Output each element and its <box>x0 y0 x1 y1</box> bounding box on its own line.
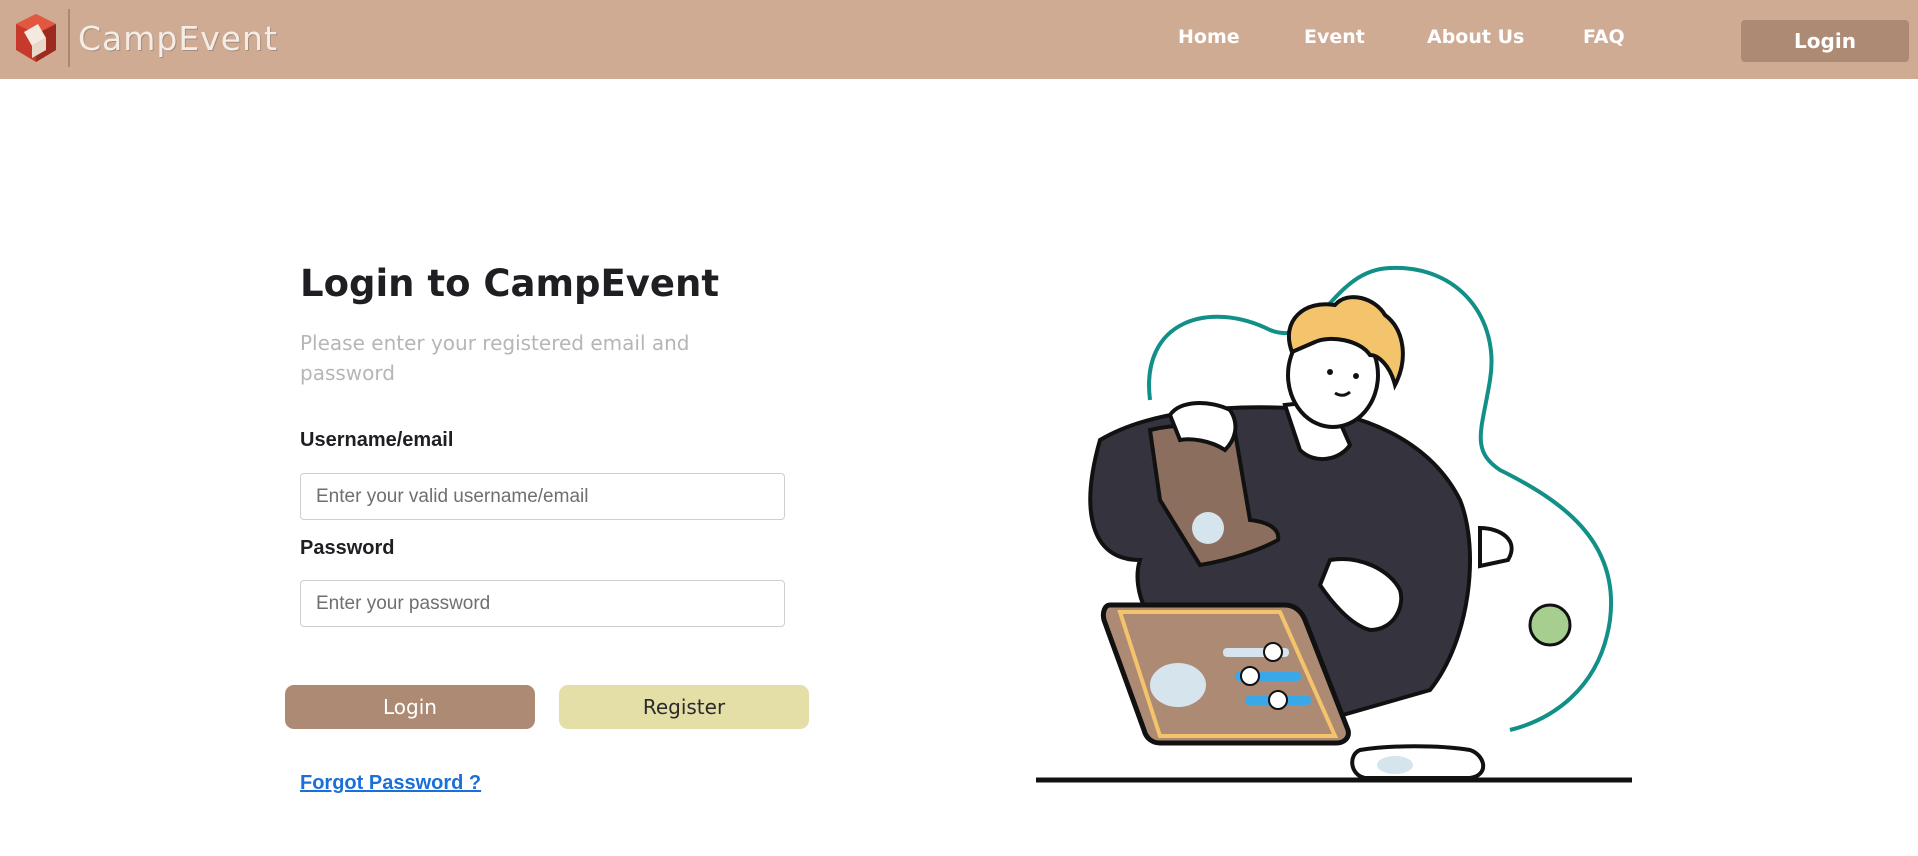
nav-event-link[interactable]: Event <box>1304 26 1365 48</box>
navbar: CampEvent Home Event About Us FAQ Login <box>0 0 1918 79</box>
page-title: Login to CampEvent <box>300 262 720 305</box>
forgot-password-link[interactable]: Forgot Password ? <box>300 772 481 795</box>
password-input[interactable] <box>300 580 785 627</box>
nav-faq-link[interactable]: FAQ <box>1583 26 1625 48</box>
login-subtitle: Please enter your registered email and p… <box>300 331 690 385</box>
brand[interactable]: CampEvent <box>12 9 278 67</box>
person-with-laptop-illustration <box>1036 265 1632 783</box>
nav-about-link[interactable]: About Us <box>1427 26 1524 48</box>
campevent-logo-icon <box>16 14 56 62</box>
register-button[interactable]: Register <box>559 685 809 729</box>
brand-divider <box>68 9 70 67</box>
login-button[interactable]: Login <box>285 685 535 729</box>
password-label: Password <box>300 537 395 559</box>
nav-home-link[interactable]: Home <box>1178 26 1240 48</box>
nav-login-button[interactable]: Login <box>1741 20 1909 62</box>
username-label: Username/email <box>300 429 454 451</box>
username-input[interactable] <box>300 473 785 520</box>
brand-name: CampEvent <box>78 18 278 58</box>
